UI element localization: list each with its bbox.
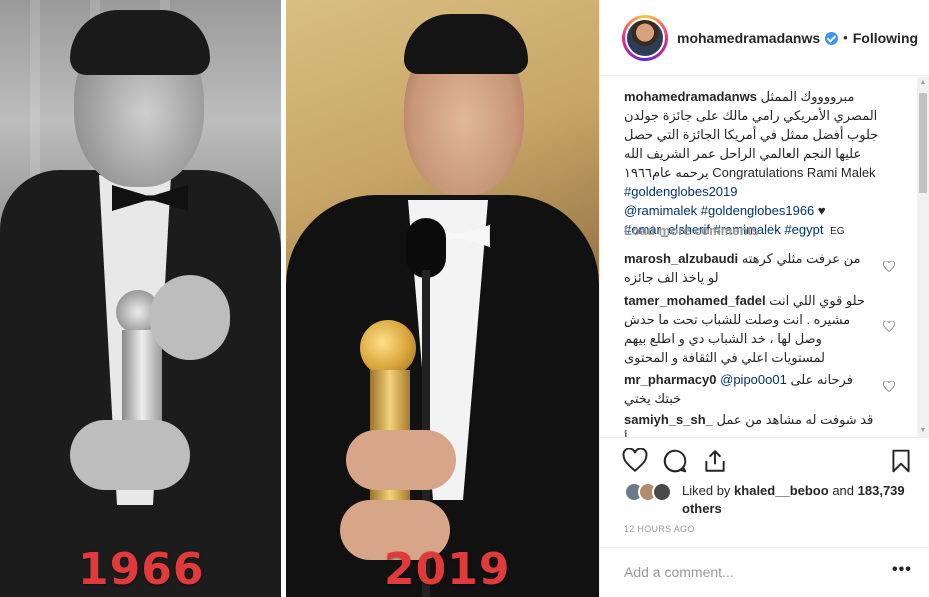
like-comment-heart-icon[interactable] xyxy=(883,261,895,272)
avatar[interactable] xyxy=(625,17,665,58)
post-timestamp[interactable]: 12 HOURS AGO xyxy=(624,524,695,534)
comment-username[interactable]: marosh_alzubaudi xyxy=(624,251,738,266)
comment-item: samiyh_s_sh_ قد شوفت له مشاهد من عمل من … xyxy=(624,410,874,437)
caption-text-english: Congratulations Rami Malek xyxy=(712,165,876,180)
verified-badge-icon xyxy=(825,32,839,45)
microphone xyxy=(406,218,446,278)
scroll-down-arrow-icon[interactable]: ▼ xyxy=(919,427,927,435)
scroll-up-arrow-icon[interactable]: ▲ xyxy=(919,79,927,87)
like-heart-icon[interactable] xyxy=(622,448,648,474)
heart-emoji: ♥ xyxy=(817,203,826,218)
add-comment-bar: ••• xyxy=(600,547,929,597)
hashtag-link[interactable]: #goldenglobes2019 xyxy=(624,184,738,199)
header-username[interactable]: mohamedramadanws xyxy=(677,30,820,46)
avatar-story-ring[interactable] xyxy=(622,14,668,61)
year-label-2019: 2019 xyxy=(384,544,511,595)
photo-2019-panel: 2019 xyxy=(286,0,599,597)
golden-globe-trophy xyxy=(360,320,416,376)
mention-link[interactable]: @ramimalek xyxy=(624,203,697,218)
comments-scrollbar[interactable]: ▲ ▼ xyxy=(917,77,929,437)
scrollbar-thumb[interactable] xyxy=(919,93,927,193)
liker-avatars[interactable] xyxy=(624,482,676,502)
likes-and: and xyxy=(832,483,855,498)
caption-username[interactable]: mohamedramadanws xyxy=(624,89,757,104)
comment-username[interactable]: tamer_mohamed_fadel xyxy=(624,293,766,308)
hand-figure xyxy=(150,275,230,360)
liker-username-link[interactable]: khaled__beboo xyxy=(734,483,829,498)
header-separator: • xyxy=(843,30,848,45)
hair-figure xyxy=(404,14,528,74)
load-more-comments-button[interactable]: Load more comments xyxy=(624,223,759,238)
comment-item: marosh_alzubaudi من عرفت مثلي كرهته لو ي… xyxy=(624,249,874,287)
more-options-icon[interactable]: ••• xyxy=(892,561,912,579)
photo-1966-panel: 1966 xyxy=(0,0,281,597)
location-tag: EG xyxy=(830,226,845,237)
comment-item: tamer_mohamed_fadel حلو قوي اللي انت مشي… xyxy=(624,291,874,367)
hand-figure xyxy=(346,430,456,490)
hashtag-link[interactable]: #goldenglobes1966 xyxy=(701,203,815,218)
post-sidebar: mohamedramadanws • Following mohamedrama… xyxy=(599,0,929,597)
year-label-1966: 1966 xyxy=(78,544,205,595)
save-bookmark-icon[interactable] xyxy=(888,448,914,474)
hand-figure xyxy=(70,420,190,490)
avatar[interactable] xyxy=(652,482,672,502)
share-icon[interactable] xyxy=(702,448,728,474)
comments-section[interactable]: mohamedramadanws مبرووووك الممثل المصري … xyxy=(600,77,929,437)
add-comment-input[interactable] xyxy=(624,564,864,580)
likes-prefix: Liked by xyxy=(682,483,731,498)
likes-text: Liked by khaled__beboo and 183,739 other… xyxy=(682,482,912,518)
like-comment-heart-icon[interactable] xyxy=(883,321,895,332)
like-comment-heart-icon[interactable] xyxy=(883,381,895,392)
hair-figure xyxy=(70,10,210,75)
likes-summary: Liked by khaled__beboo and 183,739 other… xyxy=(622,480,912,520)
following-button[interactable]: Following xyxy=(853,30,918,46)
post-image[interactable]: 1966 2019 xyxy=(0,0,599,597)
comment-username[interactable]: mr_pharmacy0 xyxy=(624,372,717,387)
comment-username[interactable]: samiyh_s_sh_ xyxy=(624,412,713,427)
post-caption: mohamedramadanws مبرووووك الممثل المصري … xyxy=(624,87,896,241)
action-bar xyxy=(600,437,929,477)
comment-item: mr_pharmacy0 @pipo0o01 فرحانه على خبتك ي… xyxy=(624,370,874,408)
post-header: mohamedramadanws • Following xyxy=(600,0,929,76)
comment-bubble-icon[interactable] xyxy=(662,448,688,474)
mention-link[interactable]: @pipo0o01 xyxy=(720,372,787,387)
